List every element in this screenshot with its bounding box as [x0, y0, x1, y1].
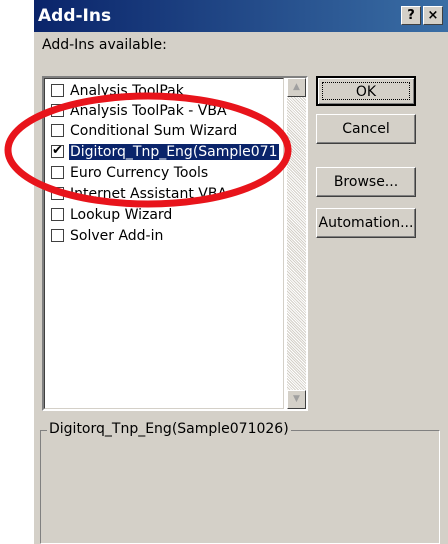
automation-button-label: Automation...	[318, 215, 414, 231]
addin-label: Solver Add-in	[70, 228, 164, 244]
window-title: Add-Ins	[38, 6, 112, 26]
addin-label: Analysis ToolPak - VBA	[70, 103, 227, 119]
title-bar: Add-Ins ? ×	[34, 0, 448, 32]
addin-label: Digitorq_Tnp_Eng(Sample071	[69, 144, 279, 160]
browse-button-label: Browse...	[333, 174, 399, 190]
addin-label: Analysis ToolPak	[70, 83, 184, 99]
addin-checkbox[interactable]	[51, 166, 64, 179]
browse-button[interactable]: Browse...	[316, 167, 416, 197]
check-icon: ✔	[52, 143, 63, 158]
add-ins-list: Analysis ToolPak Analysis ToolPak - VBA …	[44, 78, 284, 409]
addin-label: Internet Assistant VBA	[70, 186, 228, 202]
addin-label: Euro Currency Tools	[70, 165, 209, 181]
addin-checkbox[interactable]	[51, 187, 64, 200]
addin-description-title: Digitorq_Tnp_Eng(Sample071026)	[47, 421, 291, 437]
addin-description-group: Digitorq_Tnp_Eng(Sample071026)	[40, 421, 440, 544]
help-button[interactable]: ?	[401, 6, 421, 25]
close-button[interactable]: ×	[423, 6, 443, 25]
addin-checkbox[interactable]	[51, 104, 64, 117]
addin-checkbox[interactable]	[51, 229, 64, 242]
vertical-scrollbar[interactable]: ▲ ▼	[287, 78, 306, 409]
scroll-up-arrow-icon[interactable]: ▲	[287, 78, 306, 97]
add-ins-listbox[interactable]: Analysis ToolPak Analysis ToolPak - VBA …	[42, 76, 308, 411]
add-ins-available-label: Add-Ins available:	[42, 37, 167, 53]
addin-checkbox[interactable]: ✔	[51, 143, 64, 158]
addin-label: Conditional Sum Wizard	[70, 123, 238, 139]
addin-checkbox[interactable]	[51, 124, 64, 137]
scroll-down-arrow-icon[interactable]: ▼	[287, 390, 306, 409]
addin-checkbox[interactable]	[51, 208, 64, 221]
focus-rectangle	[322, 82, 410, 100]
cancel-button[interactable]: Cancel	[316, 114, 416, 144]
cancel-button-label: Cancel	[342, 121, 390, 137]
ok-button[interactable]: OK	[316, 76, 416, 106]
automation-button[interactable]: Automation...	[316, 208, 416, 238]
addin-checkbox[interactable]	[51, 84, 64, 97]
add-ins-dialog: Add-Ins ? × Add-Ins available: Analysis …	[34, 0, 448, 544]
addin-label: Lookup Wizard	[70, 207, 173, 223]
